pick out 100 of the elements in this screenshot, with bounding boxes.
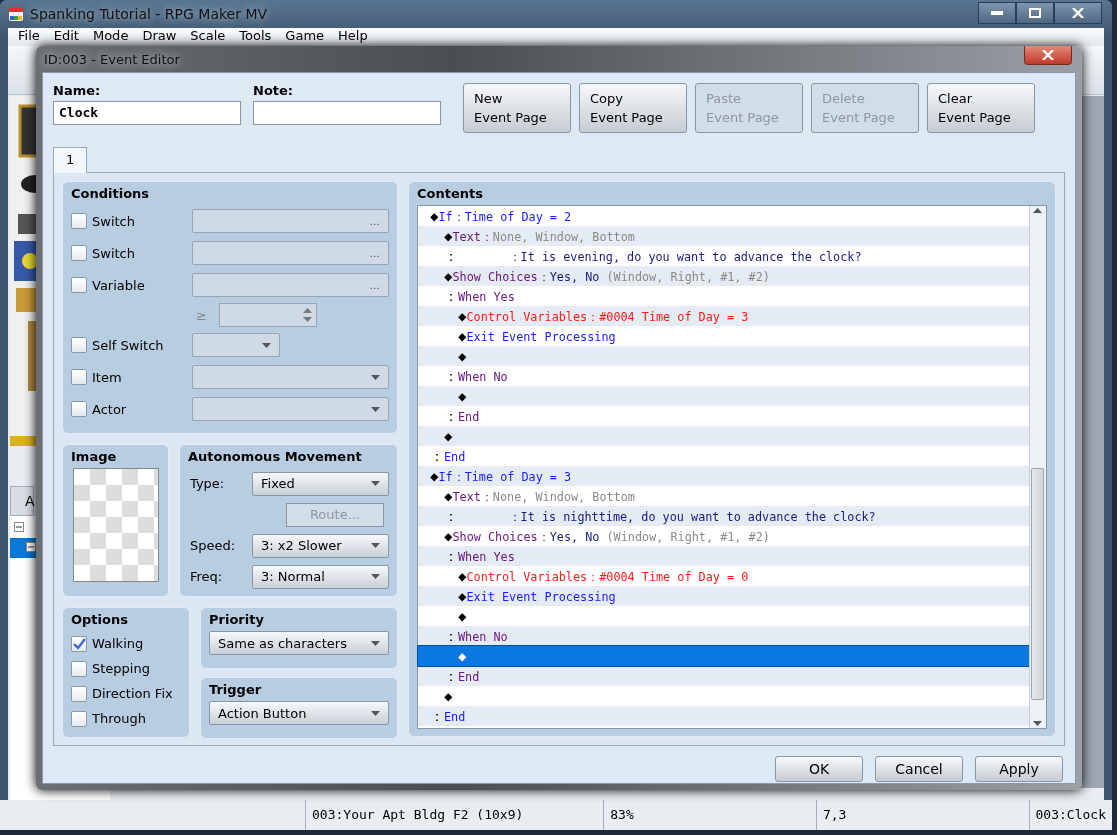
dropdown[interactable]	[192, 365, 389, 389]
event-command[interactable]: ◆Exit Event Processing	[418, 586, 1029, 606]
field-label: Note:	[253, 83, 295, 98]
event-command[interactable]: ◆	[418, 686, 1029, 706]
menu-item[interactable]: Help	[338, 28, 368, 44]
event-command[interactable]: ◆Control Variables：#0004 Time of Day = 3	[418, 306, 1029, 326]
dropdown[interactable]: Action Button	[209, 701, 389, 725]
caret-icon	[262, 342, 271, 348]
scroll-thumb[interactable]	[1031, 468, 1044, 700]
caret-icon	[371, 374, 380, 380]
name-field[interactable]: Clock	[53, 101, 241, 125]
close-icon	[1072, 8, 1084, 18]
menu-item[interactable]: File	[18, 28, 40, 44]
menu-item[interactable]: Edit	[53, 28, 79, 44]
field-label: Speed:	[189, 538, 237, 553]
event-command[interactable]: ：End	[418, 406, 1029, 426]
event-command[interactable]: ◆	[418, 346, 1029, 366]
dropdown[interactable]: 3: Normal	[252, 564, 389, 589]
checkbox[interactable]	[71, 685, 87, 702]
event-command[interactable]: ◆Text：None, Window, Bottom	[418, 486, 1029, 506]
selected-tree-row[interactable]	[10, 538, 36, 558]
checkbox-label: Actor	[92, 401, 128, 417]
spinner-arrows-icon[interactable]	[302, 307, 312, 323]
checkbox[interactable]	[71, 369, 87, 385]
section-title: Priority	[209, 612, 265, 627]
number-spinner[interactable]	[218, 303, 317, 327]
event-command[interactable]: ◆	[418, 426, 1029, 446]
event-command[interactable]: ◆Control Variables：#0004 Time of Day = 0	[418, 566, 1029, 586]
close-button[interactable]	[1054, 2, 1102, 24]
checkmark-icon	[72, 637, 86, 650]
event-command[interactable]: ： ：It is nighttime, do you want to advance the clock?	[418, 506, 1029, 526]
status-field: 83%	[603, 800, 816, 830]
section-title: Trigger	[209, 682, 263, 697]
dropdown[interactable]	[192, 333, 280, 357]
dropdown[interactable]: Same as characters	[209, 631, 389, 655]
event-command[interactable]: ：When Yes	[418, 286, 1029, 306]
picker-field[interactable]: ...	[192, 241, 389, 265]
event-command[interactable]: ◆	[418, 386, 1029, 406]
checkbox[interactable]	[71, 277, 87, 293]
collapse-icon[interactable]	[14, 522, 24, 532]
checkbox[interactable]	[71, 635, 87, 652]
menu-item[interactable]: Mode	[92, 28, 129, 44]
event-command[interactable]: ：End	[418, 666, 1029, 686]
section-title: Contents	[417, 186, 484, 201]
app-icon	[8, 6, 24, 22]
checkbox-label: Switch	[92, 245, 136, 261]
checkbox[interactable]	[71, 213, 87, 229]
event-command[interactable]: ◆If：Time of Day = 2	[418, 206, 1029, 226]
event-command[interactable]: ：End	[418, 706, 1029, 726]
checkbox[interactable]	[71, 660, 87, 677]
page-button[interactable]: Clear Event Page	[927, 83, 1035, 133]
checkbox[interactable]	[71, 245, 87, 261]
close-button[interactable]	[1024, 46, 1072, 65]
checkbox[interactable]	[71, 710, 87, 727]
checkbox-label: Switch	[92, 213, 136, 229]
status-field: 7,3	[815, 800, 1029, 830]
menu-item[interactable]: Game	[285, 28, 325, 44]
checkbox-label: Self Switch	[92, 337, 165, 353]
dialog-button[interactable]: OK	[775, 756, 863, 782]
section-title: Autonomous Movement	[188, 449, 363, 464]
minimize-button[interactable]	[978, 2, 1016, 24]
event-command[interactable]: ：End	[418, 446, 1029, 466]
collapse-icon[interactable]	[26, 542, 36, 552]
image-preview[interactable]	[73, 468, 159, 582]
checkbox[interactable]	[71, 337, 87, 353]
dropdown[interactable]	[192, 397, 389, 421]
event-command[interactable]: ◆	[418, 606, 1029, 626]
scroll-up-icon[interactable]	[1033, 208, 1042, 213]
menu-item[interactable]: Draw	[142, 28, 177, 44]
menu-item[interactable]: Scale	[190, 28, 226, 44]
event-command[interactable]: ◆If：Time of Day = 3	[418, 466, 1029, 486]
page-button[interactable]: Copy Event Page	[579, 83, 687, 133]
event-command[interactable]: ◆Exit Event Processing	[418, 326, 1029, 346]
dropdown[interactable]: 3: x2 Slower	[252, 533, 389, 558]
event-command[interactable]: ：When Yes	[418, 546, 1029, 566]
picker-field[interactable]: ...	[192, 273, 389, 297]
dialog-title: ID:003 - Event Editor	[43, 50, 181, 69]
picker-field[interactable]: ...	[192, 209, 389, 233]
dropdown[interactable]: Fixed	[252, 471, 389, 496]
menu-item[interactable]: Tools	[239, 28, 272, 44]
caret-icon	[371, 406, 380, 412]
dialog-button[interactable]: Apply	[975, 756, 1063, 782]
page-tab[interactable]: 1	[53, 147, 88, 173]
event-command[interactable]: ◆Text：None, Window, Bottom	[418, 226, 1029, 246]
checkbox[interactable]	[71, 401, 87, 417]
dialog-button[interactable]: Cancel	[875, 756, 963, 782]
maximize-button[interactable]	[1016, 2, 1054, 24]
event-command[interactable]: ：When No	[418, 366, 1029, 386]
caret-icon	[371, 481, 380, 486]
page-button[interactable]: New Event Page	[463, 83, 571, 133]
scroll-down-icon[interactable]	[1033, 721, 1042, 726]
scrollbar[interactable]	[1029, 206, 1046, 728]
panel-tab[interactable]: A	[10, 486, 34, 516]
event-command[interactable]: ： ：It is evening, do you want to advance the clock?	[418, 246, 1029, 266]
event-command[interactable]: ◆	[418, 646, 1029, 666]
event-command[interactable]: ◆Show Choices：Yes, No (Window, Right, #1, #2)	[418, 526, 1029, 546]
event-command[interactable]: ：When No	[418, 626, 1029, 646]
event-command[interactable]: ◆Show Choices：Yes, No (Window, Right, #1, #2)	[418, 266, 1029, 286]
note-field[interactable]	[253, 101, 441, 125]
field-label: Name:	[53, 83, 102, 98]
